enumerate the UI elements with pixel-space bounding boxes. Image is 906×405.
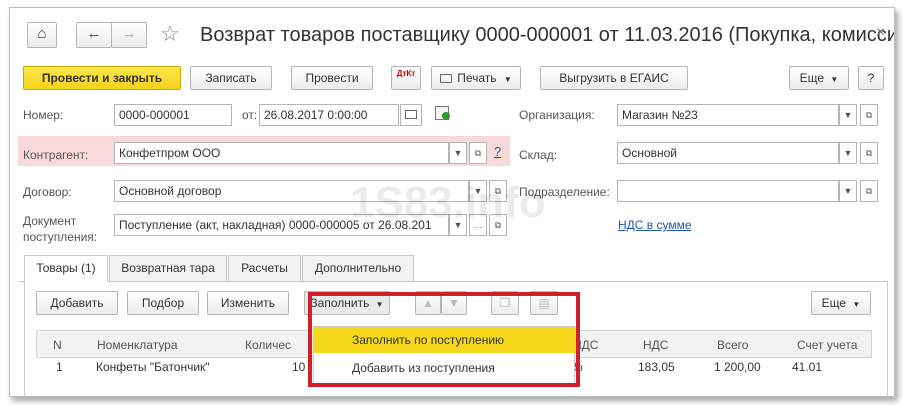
receipt-label-line2: поступления: xyxy=(23,230,98,244)
watermark: 1S83.info xyxy=(350,178,546,227)
date-field[interactable]: 26.08.2017 0:00:00 xyxy=(259,104,399,126)
document-window: ⌂ ← → ☆ Возврат товаров поставщику 0000-… xyxy=(9,7,895,397)
tab-returnable-packaging[interactable]: Возвратная тара xyxy=(109,255,227,281)
cell-nomenclature: Конфеты "Батончик" xyxy=(96,360,210,374)
tab-settlements[interactable]: Расчеты xyxy=(228,255,301,281)
from-label: от: xyxy=(242,108,258,122)
organization-open-button[interactable]: ⧉ xyxy=(860,104,878,126)
cell-total: 1 200,00 xyxy=(714,360,761,374)
col-quantity[interactable]: Количес xyxy=(245,338,291,352)
post-and-close-button[interactable]: Провести и закрыть xyxy=(23,66,181,90)
contractor-open-button[interactable]: ⧉ xyxy=(469,142,487,164)
arrow-right-icon: → xyxy=(121,25,137,42)
cell-quantity: 10 xyxy=(292,360,306,374)
number-field[interactable]: 0000-000001 xyxy=(114,104,232,126)
organization-label: Организация: xyxy=(519,108,595,122)
col-nomenclature[interactable]: Номенклатура xyxy=(97,338,178,352)
home-button[interactable]: ⌂ xyxy=(27,22,57,48)
more-label: Еще xyxy=(799,71,825,85)
page-title: Возврат товаров поставщику 0000-000001 о… xyxy=(200,24,895,46)
pick-button[interactable]: Подбор xyxy=(127,291,199,315)
print-label: Печать xyxy=(457,71,497,85)
tab-additional[interactable]: Дополнительно xyxy=(302,255,414,281)
warehouse-label: Склад: xyxy=(519,148,558,162)
favorite-star-icon[interactable]: ☆ xyxy=(160,21,180,47)
division-field[interactable] xyxy=(617,180,839,202)
save-button[interactable]: Записать xyxy=(190,66,272,90)
cell-vat: 183,05 xyxy=(638,360,675,374)
table-more-label: Еще xyxy=(821,296,847,310)
dtkt-icon: ДтКт xyxy=(396,69,416,78)
document-check-icon xyxy=(435,106,450,120)
chevron-down-icon: ▼ xyxy=(503,75,512,84)
post-button[interactable]: Провести xyxy=(291,66,373,90)
tab-goods[interactable]: Товары (1) xyxy=(24,255,108,282)
printer-icon xyxy=(440,74,453,83)
chevron-down-icon: ▼ xyxy=(852,300,861,309)
contractor-help-link[interactable]: ? xyxy=(494,144,501,159)
contract-label: Договор: xyxy=(23,185,72,199)
contractor-field[interactable]: Конфетпром ООО xyxy=(114,142,449,164)
calendar-icon xyxy=(405,110,417,119)
forward-button[interactable]: → xyxy=(111,22,147,48)
warehouse-field[interactable]: Основной xyxy=(617,142,839,164)
receipt-label-line1: Документ xyxy=(23,214,77,228)
highlight-annotation-box xyxy=(308,292,580,387)
contractor-label: Контрагент: xyxy=(23,148,89,162)
division-open-button[interactable]: ⧉ xyxy=(860,180,878,202)
help-button[interactable]: ? xyxy=(858,66,884,90)
egais-button[interactable]: Выгрузить в ЕГАИС xyxy=(540,66,688,90)
edit-button[interactable]: Изменить xyxy=(207,291,289,315)
warehouse-dropdown-button[interactable]: ▼ xyxy=(839,142,857,164)
division-dropdown-button[interactable]: ▼ xyxy=(839,180,857,202)
col-account[interactable]: Счет учета xyxy=(797,338,857,352)
table-more-button[interactable]: Еще ▼ xyxy=(811,291,871,315)
organization-field[interactable]: Магазин №23 xyxy=(617,104,839,126)
number-label: Номер: xyxy=(23,108,64,122)
arrow-left-icon: ← xyxy=(86,25,102,42)
chevron-down-icon: ▼ xyxy=(830,75,839,84)
dtkt-button[interactable]: ДтКт xyxy=(391,66,421,90)
col-total[interactable]: Всего xyxy=(717,338,748,352)
cell-account: 41.01 xyxy=(792,360,823,374)
warehouse-open-button[interactable]: ⧉ xyxy=(860,142,878,164)
col-n[interactable]: N xyxy=(53,338,62,352)
calendar-button[interactable] xyxy=(400,104,422,126)
cell-n: 1 xyxy=(56,360,63,374)
organization-dropdown-button[interactable]: ▼ xyxy=(839,104,857,126)
home-icon: ⌂ xyxy=(37,25,47,42)
vat-in-sum-link[interactable]: НДС в сумме xyxy=(618,218,692,232)
add-row-button[interactable]: Добавить xyxy=(36,291,118,315)
col-vat[interactable]: НДС xyxy=(643,338,668,352)
contractor-dropdown-button[interactable]: ▼ xyxy=(449,142,467,164)
back-button[interactable]: ← xyxy=(76,22,112,48)
print-button[interactable]: Печать ▼ xyxy=(431,66,521,90)
close-icon[interactable]: × xyxy=(876,24,885,42)
more-button[interactable]: Еще ▼ xyxy=(789,66,849,90)
